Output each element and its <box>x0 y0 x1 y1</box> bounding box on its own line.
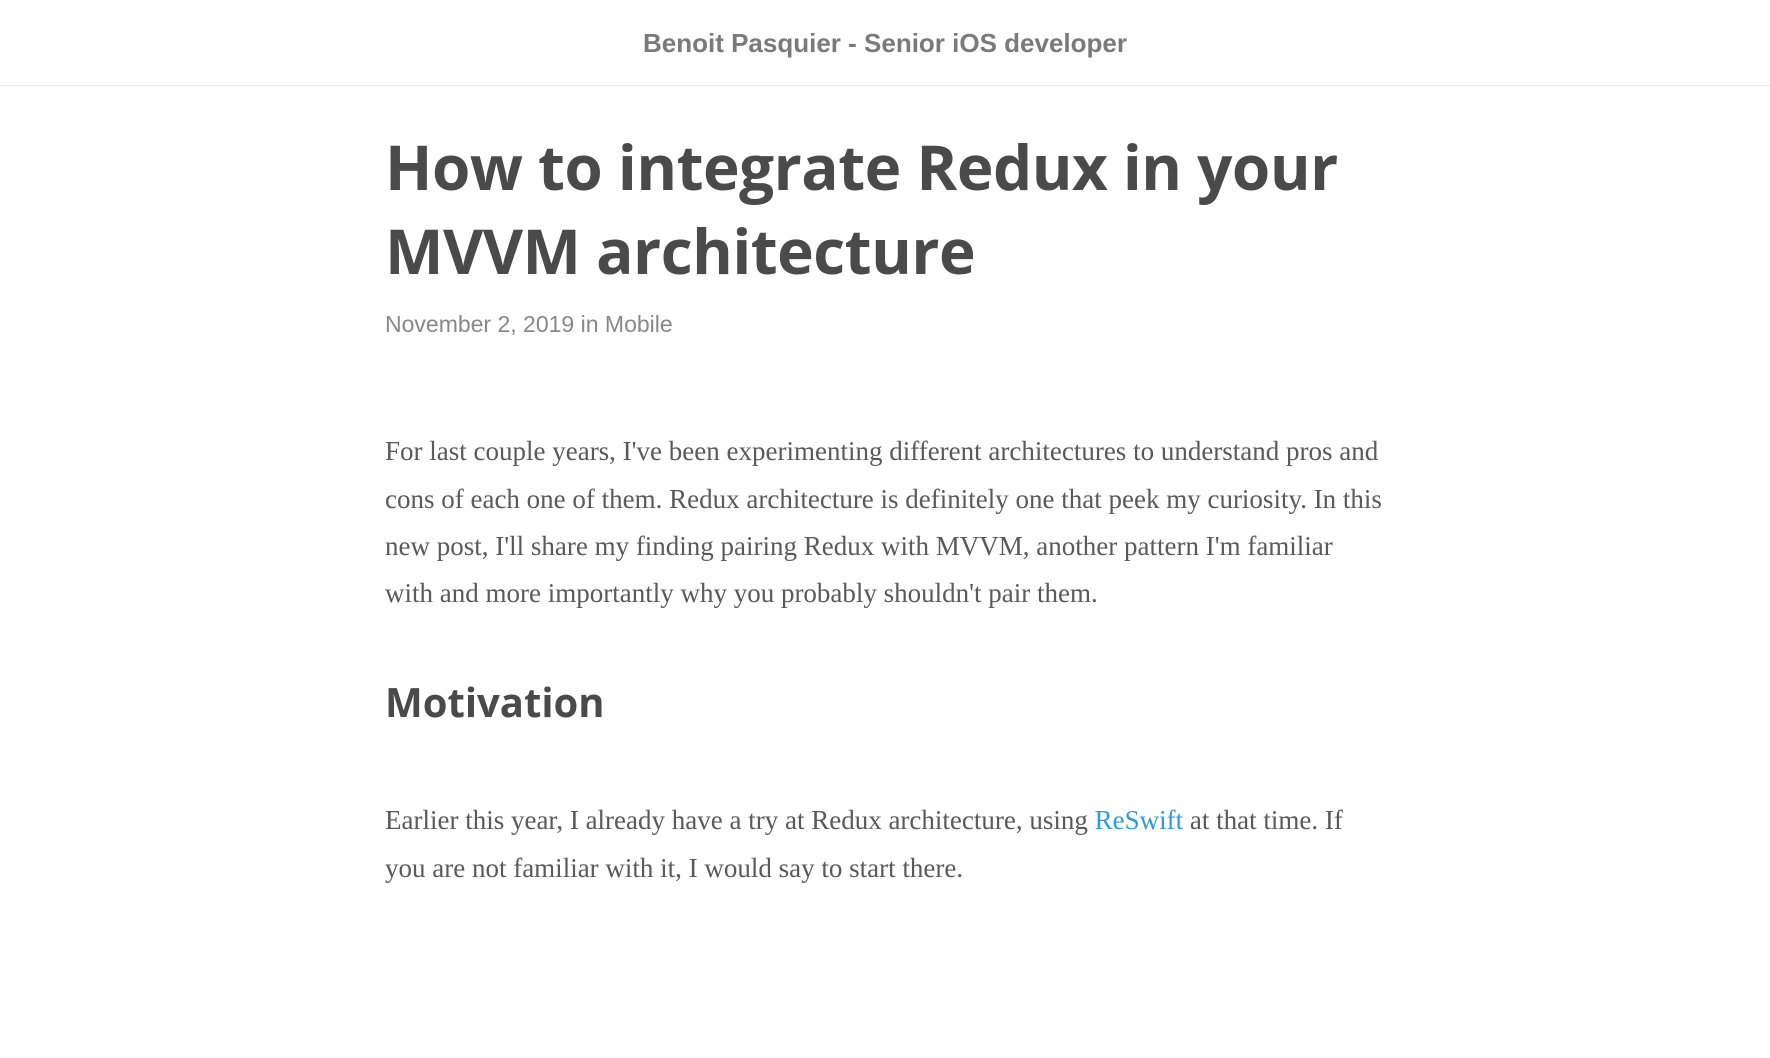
meta-separator: in <box>574 311 605 337</box>
article-title: How to integrate Redux in your MVVM arch… <box>385 126 1385 293</box>
site-header: Benoit Pasquier - Senior iOS developer <box>0 0 1770 86</box>
site-title[interactable]: Benoit Pasquier - Senior iOS developer <box>20 28 1750 59</box>
motivation-paragraph: Earlier this year, I already have a try … <box>385 797 1385 892</box>
article-content: How to integrate Redux in your MVVM arch… <box>285 86 1485 1002</box>
para2-text-1: Earlier this year, I already have a try … <box>385 805 1095 835</box>
article-body: For last couple years, I've been experim… <box>385 428 1385 892</box>
intro-paragraph: For last couple years, I've been experim… <box>385 428 1385 617</box>
article-date: November 2, 2019 <box>385 311 574 337</box>
article-category-link[interactable]: Mobile <box>605 311 673 337</box>
reswift-link[interactable]: ReSwift <box>1095 805 1184 835</box>
section-heading-motivation: Motivation <box>385 667 1385 737</box>
article-meta: November 2, 2019 in Mobile <box>385 311 1385 338</box>
